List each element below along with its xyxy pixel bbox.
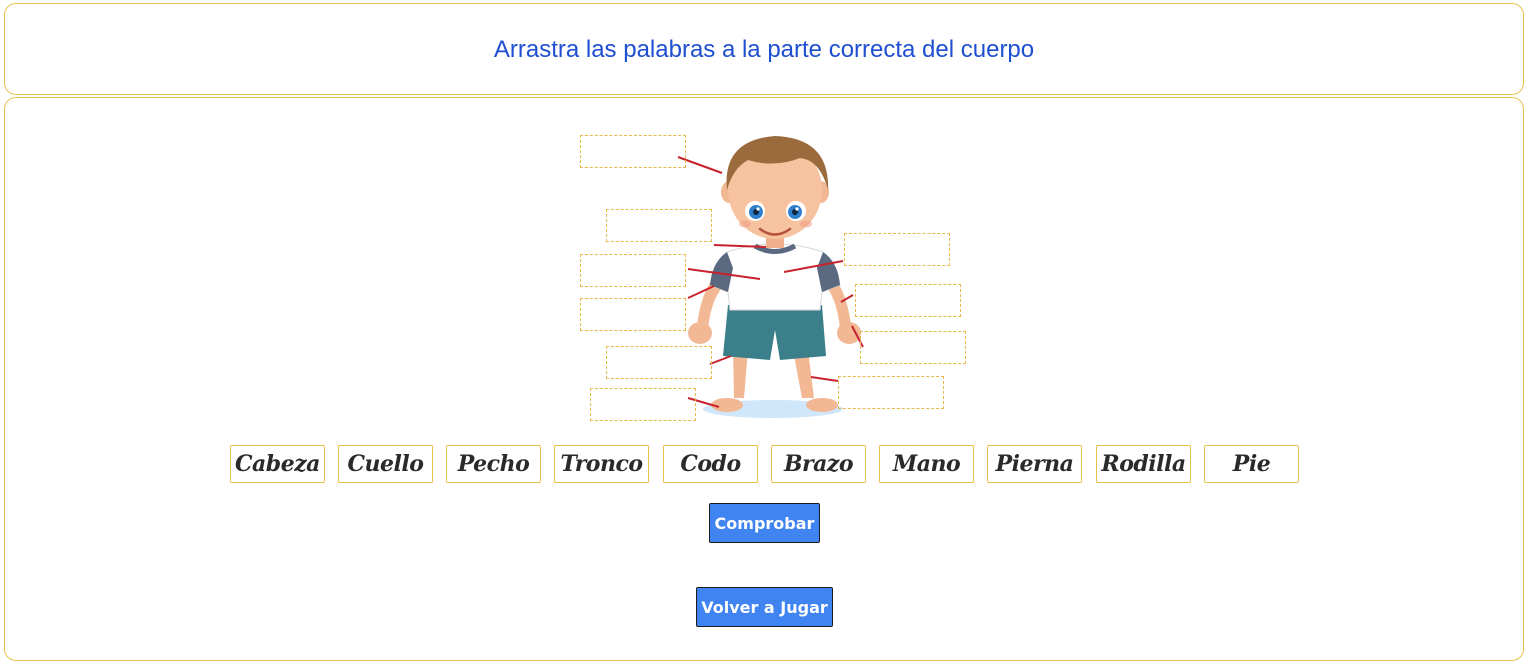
word-tile-mano[interactable]: Mano [879, 445, 974, 483]
check-button[interactable]: Comprobar [709, 503, 820, 543]
word-tile-pierna[interactable]: Pierna [987, 445, 1082, 483]
shirt [709, 243, 841, 311]
word-tile-pie[interactable]: Pie [1204, 445, 1299, 483]
drop-target-6[interactable] [590, 388, 696, 421]
replay-button[interactable]: Volver a Jugar [696, 587, 833, 627]
word-bank: Cabeza Cuello Pecho Tronco Codo Brazo Ma… [0, 445, 1531, 485]
drop-target-7[interactable] [844, 233, 950, 266]
word-tile-pecho[interactable]: Pecho [446, 445, 541, 483]
word-tile-cuello[interactable]: Cuello [338, 445, 433, 483]
word-tile-rodilla[interactable]: Rodilla [1096, 445, 1191, 483]
drop-target-3[interactable] [580, 254, 686, 287]
drop-target-1[interactable] [580, 135, 686, 168]
word-tile-brazo[interactable]: Brazo [771, 445, 866, 483]
head [721, 136, 829, 239]
drop-target-2[interactable] [606, 209, 712, 242]
shorts [723, 305, 826, 360]
drop-target-5[interactable] [606, 346, 712, 379]
drop-target-9[interactable] [860, 331, 966, 364]
body-figure-area [0, 0, 1531, 440]
word-tile-codo[interactable]: Codo [663, 445, 758, 483]
word-tile-tronco[interactable]: Tronco [554, 445, 649, 483]
drop-target-10[interactable] [838, 376, 944, 409]
drop-target-4[interactable] [580, 298, 686, 331]
child-illustration [677, 136, 864, 418]
word-tile-cabeza[interactable]: Cabeza [230, 445, 325, 483]
drop-target-8[interactable] [855, 284, 961, 317]
